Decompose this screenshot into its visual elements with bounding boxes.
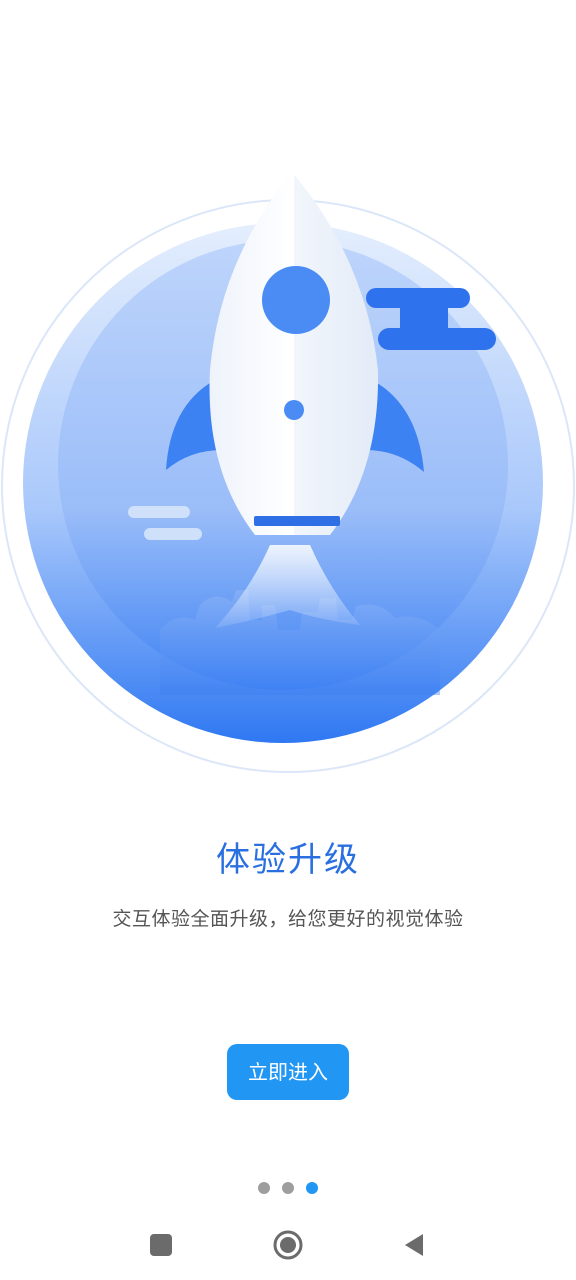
recents-button[interactable] <box>141 1225 181 1265</box>
page-dot-2[interactable] <box>282 1182 294 1194</box>
page-dot-1[interactable] <box>258 1182 270 1194</box>
rocket-stripe <box>254 516 340 526</box>
system-navigation-bar <box>0 1215 576 1275</box>
circle-home-icon <box>273 1230 303 1260</box>
page-indicator <box>0 1182 576 1194</box>
square-icon <box>150 1234 172 1256</box>
page-subtitle: 交互体验全面升级，给您更好的视觉体验 <box>112 908 464 930</box>
rocket-rivet <box>284 400 304 420</box>
page-title: 体验升级 <box>216 840 360 880</box>
enter-now-button[interactable]: 立即进入 <box>227 1044 349 1100</box>
rocket-body <box>209 172 379 535</box>
onboarding-screen: 体验升级 交互体验全面升级，给您更好的视觉体验 立即进入 <box>0 0 576 1280</box>
home-button[interactable] <box>268 1225 308 1265</box>
page-dot-3-active[interactable] <box>306 1182 318 1194</box>
rocket-window <box>262 266 330 334</box>
back-button[interactable] <box>394 1225 434 1265</box>
rocket-launch-illustration <box>1 172 575 773</box>
triangle-back-icon <box>405 1234 423 1256</box>
